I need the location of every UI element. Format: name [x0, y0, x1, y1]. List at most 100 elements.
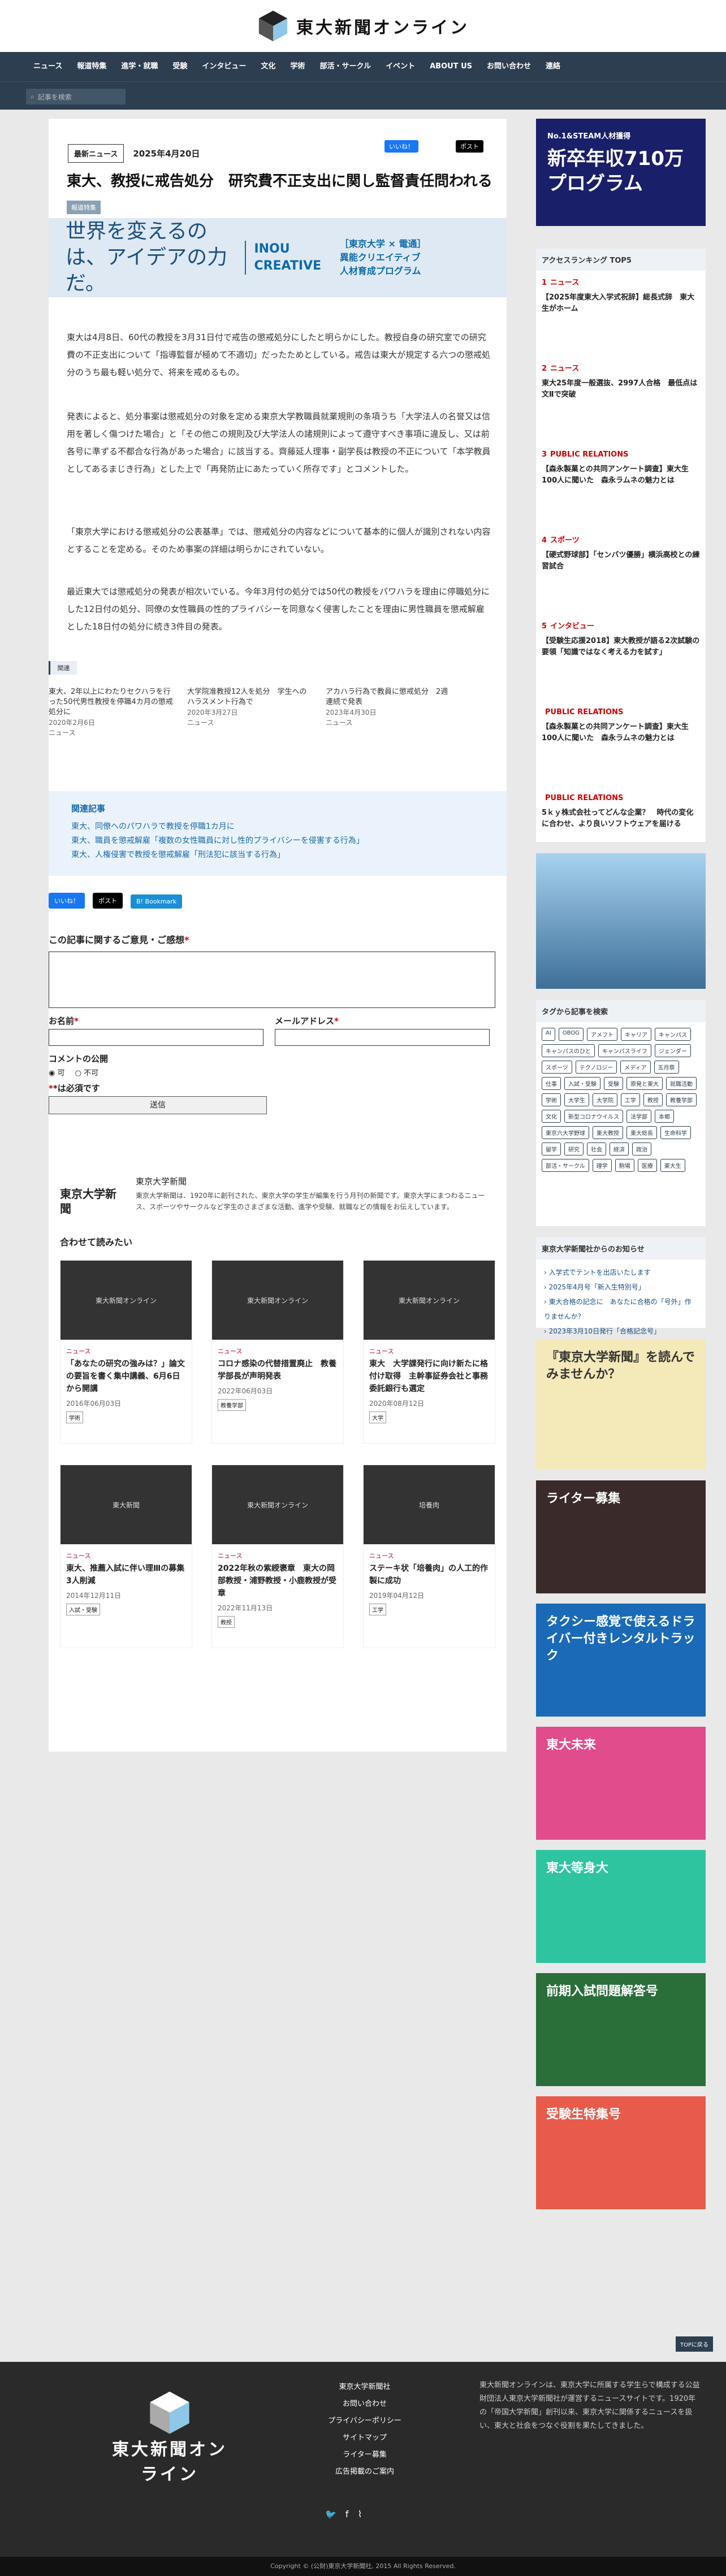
nav-item[interactable]: 連絡: [538, 52, 568, 81]
nav-item[interactable]: 受験: [165, 52, 195, 81]
footer-link[interactable]: プライバシーポリシー: [314, 2413, 416, 2430]
tag-link[interactable]: OBOG: [558, 1028, 584, 1041]
tag-link[interactable]: 経済: [610, 1143, 629, 1155]
side-ad-banner[interactable]: 『東京大学新聞』を読んでみませんか？: [536, 1339, 706, 1469]
card-tag[interactable]: 教養学部: [218, 1399, 246, 1411]
ranking-item[interactable]: 5 インタビュー 【受験生応援2018】東大教授が語る2次試験の要領「知識ではなく考…: [536, 621, 706, 700]
footer-link[interactable]: お問い合わせ: [314, 2396, 416, 2413]
nav-item[interactable]: 部活・サークル: [312, 52, 378, 81]
nav-item[interactable]: ニュース: [26, 52, 70, 81]
nav-item[interactable]: お問い合わせ: [479, 52, 538, 81]
info-item[interactable]: › 2025年4月号「新入生特別号」: [544, 1280, 698, 1294]
info-item[interactable]: › 東大合格の記念に あなたに合格の「号外」作りませんか？: [544, 1294, 698, 1324]
twitter-icon[interactable]: 🐦: [325, 2509, 345, 2519]
tag-link[interactable]: 工学: [621, 1093, 640, 1106]
inou-side-ad[interactable]: [536, 853, 706, 989]
article-card[interactable]: 東大新聞オンライン ニュース 東大 大学課発行に向け新たに格付け取得 主幹事証券会社…: [363, 1260, 495, 1444]
related-article-link[interactable]: 東大、職員を懲戒解雇「複数の女性職員に対し性的プライバシーを侵害する行為」: [71, 834, 484, 848]
nav-item[interactable]: 報道特集: [70, 52, 114, 81]
tag-link[interactable]: 大学生: [564, 1093, 589, 1106]
tag-link[interactable]: スポーツ: [542, 1061, 572, 1074]
tag-link[interactable]: 医療: [637, 1159, 657, 1172]
card-tag[interactable]: 工学: [369, 1604, 386, 1615]
tag-link[interactable]: 東大総長: [626, 1126, 657, 1139]
inou-creative-banner[interactable]: 世界を変えるのは、アイデアの力だ。 INOU CREATIVE ［東京大学 × …: [49, 218, 507, 297]
tag-link[interactable]: 入試・受験: [564, 1077, 600, 1090]
info-item[interactable]: › 2023年3月10日発行「合格記念号」: [544, 1324, 698, 1339]
article-card[interactable]: 東大新聞 ニュース 東大、推薦入試に伴い理Ⅲの募集3人削減 2014年12月11日 入試…: [60, 1465, 192, 1648]
gmo-ad-banner[interactable]: No.1&STEAM人材獲得 新卒年収710万プログラム: [536, 119, 706, 226]
nav-item[interactable]: インタビュー: [195, 52, 253, 81]
tag-link[interactable]: アメフト: [586, 1028, 617, 1041]
tag-link[interactable]: 受験: [604, 1077, 623, 1090]
related-article-link[interactable]: 東大、人権侵害で教授を懲戒解雇「刑法犯に該当する行為」: [71, 848, 484, 862]
tag-link[interactable]: 政治: [632, 1143, 651, 1155]
tag-link[interactable]: 原発と東大: [626, 1077, 663, 1090]
ranking-item[interactable]: PUBLIC RELATIONS 【森永製菓との共同アンケート調査】東大生100人…: [536, 707, 706, 786]
public-yes-radio[interactable]: ◉: [49, 1069, 57, 1078]
card-tag[interactable]: 入試・受験: [66, 1604, 100, 1615]
tag-link[interactable]: 駒場: [615, 1159, 634, 1172]
tag-link[interactable]: 社会: [587, 1143, 606, 1155]
card-tag[interactable]: 学術: [66, 1411, 83, 1423]
tag-link[interactable]: テクノロジー: [575, 1061, 617, 1074]
site-logo[interactable]: 東大新聞オンライン: [257, 10, 469, 42]
tag-link[interactable]: キャリア: [620, 1028, 651, 1041]
tag-link[interactable]: 本郷: [655, 1110, 674, 1123]
x-post-button[interactable]: ポスト: [456, 140, 483, 153]
tag-link[interactable]: 理学: [592, 1159, 612, 1172]
facebook-icon[interactable]: f: [345, 2509, 358, 2519]
card-tag[interactable]: 大学: [369, 1411, 386, 1423]
profile-name[interactable]: 東京大学新聞: [136, 1175, 187, 1187]
nav-item[interactable]: イベント: [378, 52, 422, 81]
hatena-bookmark-button[interactable]: B! Bookmark: [131, 894, 183, 909]
x-post-button-bottom[interactable]: ポスト: [93, 893, 123, 909]
side-ad-banner[interactable]: 東大等身大: [536, 1850, 706, 1963]
email-input[interactable]: [275, 1029, 490, 1046]
side-ad-banner[interactable]: タクシー感覚で使えるドライバー付きレンタルトラック: [536, 1604, 706, 1717]
tag-link[interactable]: ジェンダー: [654, 1044, 691, 1057]
tag-link[interactable]: 文化: [542, 1110, 561, 1123]
nav-item[interactable]: 進学・就職: [114, 52, 165, 81]
card-tag[interactable]: 教授: [218, 1616, 235, 1628]
nav-item[interactable]: 文化: [253, 52, 283, 81]
article-card[interactable]: 東大新聞オンライン ニュース 「あなたの研究の強みは？」論文の要旨を書く集中講義、6…: [60, 1260, 192, 1444]
name-input[interactable]: [49, 1029, 263, 1046]
related-card[interactable]: 大学院准教授12人を処分 学生へのハラスメント行為で 2020年3月27日 ニュース: [187, 687, 312, 728]
tag-link[interactable]: 東大教授: [593, 1126, 623, 1139]
footer-link[interactable]: 広告掲載のご案内: [314, 2464, 416, 2481]
tag-link[interactable]: 仕事: [542, 1077, 561, 1090]
tag-link[interactable]: 大学院: [593, 1093, 617, 1106]
tag-link[interactable]: 東京六大学野球: [542, 1126, 589, 1139]
info-item[interactable]: › 入学式でテントを出店いたします: [544, 1265, 698, 1280]
tag-link[interactable]: 研究: [564, 1143, 584, 1155]
footer-link[interactable]: サイトマップ: [314, 2430, 416, 2447]
rss-icon[interactable]: ⌇: [358, 2509, 371, 2519]
tag-link[interactable]: メディア: [620, 1061, 651, 1074]
search-input[interactable]: ⌕ 記事を検索: [26, 89, 126, 105]
footer-link[interactable]: 東京大学新聞社: [314, 2379, 416, 2396]
tag-link[interactable]: キャンパス: [654, 1028, 691, 1041]
article-card[interactable]: 東大新聞オンライン ニュース コロナ感染の代替措置廃止 教養学部長が声明発表 2022…: [211, 1260, 344, 1444]
side-ad-banner[interactable]: 東大未来: [536, 1727, 706, 1840]
tag-link[interactable]: 生命科学: [660, 1126, 691, 1139]
article-card[interactable]: 培養肉 ニュース ステーキ状「培養肉」の人工的作製に成功 2019年04月12日 工学: [363, 1465, 495, 1648]
tag-link[interactable]: 東大生: [660, 1159, 685, 1172]
tag-link[interactable]: 教授: [643, 1093, 663, 1106]
ranking-item[interactable]: 2 ニュース 東大25年度一般選抜、2997人合格 最低点は文Ⅱで突破: [536, 363, 706, 442]
nav-item[interactable]: 学術: [283, 52, 312, 81]
submit-button[interactable]: 送信: [49, 1096, 267, 1114]
category-tag[interactable]: 報道特集: [67, 201, 101, 214]
ranking-item[interactable]: 3 PUBLIC RELATIONS 【森永製菓との共同アンケート調査】東大生100…: [536, 449, 706, 528]
public-no-radio[interactable]: ○: [75, 1069, 84, 1078]
facebook-like-button[interactable]: いいね！: [384, 140, 418, 153]
tag-link[interactable]: 学術: [542, 1093, 561, 1106]
side-ad-banner[interactable]: 受験生特集号: [536, 2096, 706, 2209]
tag-link[interactable]: 就職活動: [666, 1077, 697, 1090]
related-card[interactable]: アカハラ行為で教員に懲戒処分 2週連続で発表 2023年4月30日 ニュース: [326, 687, 450, 728]
footer-link[interactable]: ライター募集: [314, 2447, 416, 2464]
tag-link[interactable]: 部活・サークル: [542, 1159, 589, 1172]
side-ad-banner[interactable]: ライター募集: [536, 1480, 706, 1593]
tag-link[interactable]: キャンパスのひと: [542, 1044, 595, 1057]
article-card[interactable]: 東大新聞オンライン ニュース 2022年秋の紫綬褒章 東大の岡部教授・浦野教授・小鹿…: [211, 1465, 344, 1648]
